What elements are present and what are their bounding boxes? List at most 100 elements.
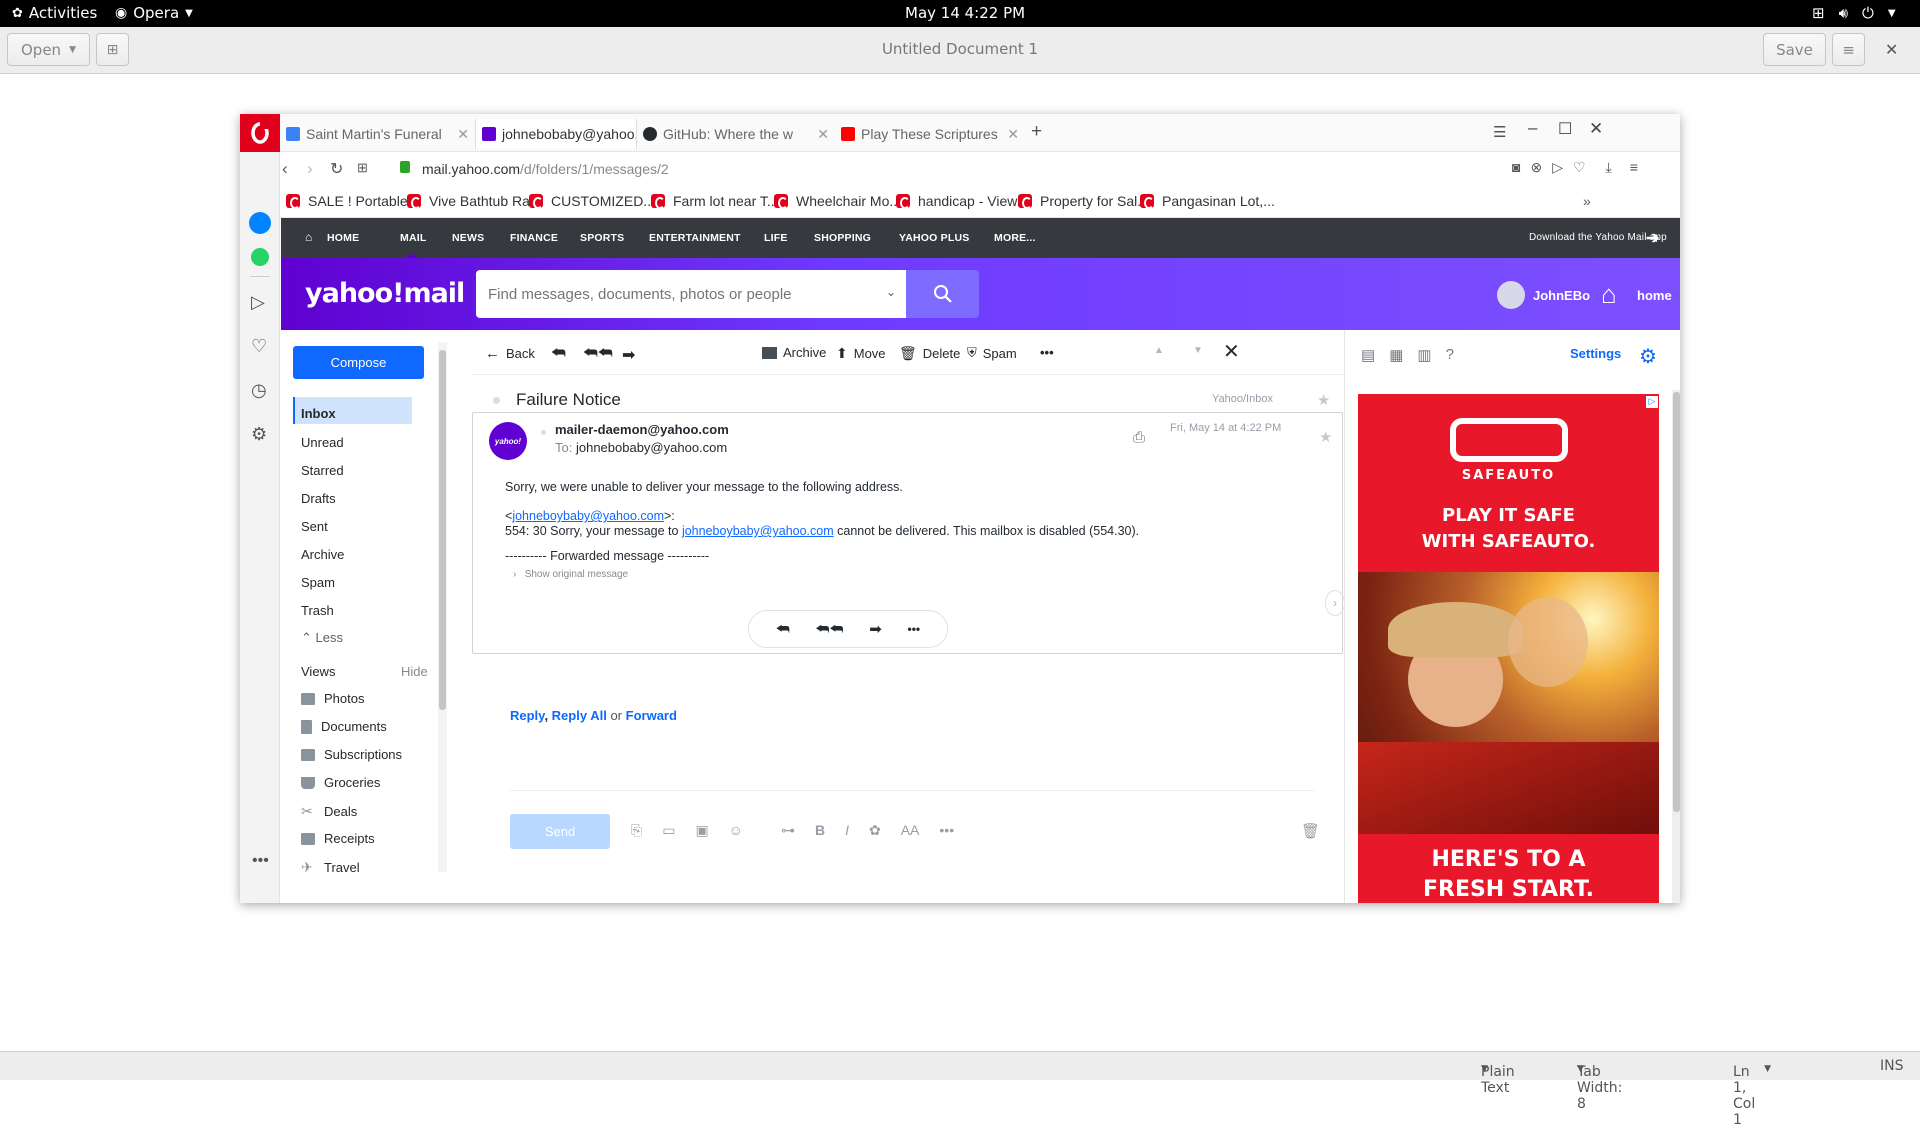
whatsapp-icon[interactable] bbox=[251, 248, 269, 266]
bold-icon[interactable]: B bbox=[815, 822, 825, 839]
failed-address-link[interactable]: johneboybaby@yahoo.com bbox=[682, 524, 834, 538]
sticker-icon[interactable]: ▣ bbox=[695, 822, 708, 839]
cursor-position[interactable]: Ln 1, Col 1 ▼ bbox=[1733, 1058, 1771, 1128]
message-folder[interactable]: Yahoo/Inbox bbox=[1212, 393, 1273, 405]
nav-sports[interactable]: SPORTS bbox=[580, 232, 624, 244]
reply-all-link[interactable]: Reply All bbox=[552, 708, 607, 723]
folder-starred[interactable]: Starred bbox=[301, 463, 344, 478]
flow-icon[interactable]: ▷ bbox=[251, 292, 265, 313]
adblock-icon[interactable]: ⊗ bbox=[1530, 159, 1542, 176]
nav-yahoo-plus[interactable]: YAHOO PLUS bbox=[899, 232, 969, 244]
new-tab-button[interactable]: + bbox=[1031, 121, 1042, 143]
home-icon[interactable]: ⌂ bbox=[1601, 279, 1617, 310]
show-original-toggle[interactable]: › Show original message bbox=[513, 567, 1305, 582]
bookmarks-overflow-button[interactable]: » bbox=[1583, 193, 1591, 209]
view-deals[interactable]: ✂ Deals bbox=[301, 803, 357, 820]
nav-mail[interactable]: MAIL bbox=[400, 232, 426, 244]
forward-icon[interactable]: ➡ bbox=[869, 620, 882, 638]
folder-archive[interactable]: Archive bbox=[301, 547, 344, 562]
color-icon[interactable]: ✿ bbox=[869, 822, 881, 839]
clock[interactable]: May 14 4:22 PM bbox=[905, 4, 1025, 22]
sidebar-more-icon[interactable]: ••• bbox=[252, 852, 269, 870]
send-icon[interactable]: ▷ bbox=[1552, 159, 1563, 176]
less-toggle[interactable]: ⌃ Less bbox=[301, 630, 343, 646]
forward-button[interactable]: ➡ bbox=[622, 345, 635, 365]
sender-email[interactable]: mailer-daemon@yahoo.com bbox=[555, 422, 729, 437]
bookmark-item[interactable]: SALE ! Portable... bbox=[286, 193, 419, 209]
italic-icon[interactable]: I bbox=[845, 822, 849, 839]
send-button[interactable]: Send bbox=[510, 814, 610, 849]
nav-entertainment[interactable]: ENTERTAINMENT bbox=[649, 232, 741, 244]
folder-inbox[interactable]: Inbox bbox=[293, 397, 412, 424]
bookmark-item[interactable]: CUSTOMIZED... bbox=[529, 193, 655, 209]
scrollbar-thumb[interactable] bbox=[1673, 392, 1680, 812]
expand-chevron-icon[interactable]: › bbox=[1325, 590, 1345, 616]
view-documents[interactable]: Documents bbox=[301, 719, 387, 734]
delete-button[interactable]: 🗑︎ Delete bbox=[899, 345, 960, 362]
reply-all-icon[interactable]: ⮪⮪ bbox=[816, 621, 844, 638]
compose-button[interactable]: Compose bbox=[293, 346, 424, 379]
folder-drafts[interactable]: Drafts bbox=[301, 491, 336, 506]
view-groceries[interactable]: Groceries bbox=[301, 775, 380, 790]
notepad-icon[interactable]: ▥ bbox=[1417, 346, 1431, 364]
bookmark-item[interactable]: Pangasinan Lot,... bbox=[1140, 193, 1275, 209]
next-message-button[interactable]: ▼ bbox=[1193, 345, 1203, 356]
gif-icon[interactable]: ▭ bbox=[662, 822, 675, 839]
nav-home[interactable]: HOME bbox=[327, 232, 359, 244]
forward-link[interactable]: Forward bbox=[626, 708, 677, 723]
nav-finance[interactable]: FINANCE bbox=[510, 232, 558, 244]
help-icon[interactable]: ? bbox=[1446, 346, 1454, 364]
folder-trash[interactable]: Trash bbox=[301, 603, 334, 618]
settings-gear-icon[interactable]: ⚙ bbox=[1639, 344, 1657, 369]
user-name[interactable]: JohnEBo bbox=[1533, 288, 1590, 303]
star-icon[interactable]: ★ bbox=[1317, 391, 1330, 409]
settings-link[interactable]: Settings bbox=[1570, 346, 1621, 361]
calendar-icon[interactable]: ▦ bbox=[1389, 346, 1403, 364]
discard-draft-icon[interactable]: 🗑︎ bbox=[1301, 822, 1320, 840]
read-status-dot[interactable] bbox=[493, 397, 500, 404]
view-travel[interactable]: ✈ Travel bbox=[301, 859, 360, 876]
reply-button[interactable]: ⮪ bbox=[551, 345, 566, 363]
app-menu[interactable]: ◉ Opera ▼ bbox=[115, 4, 193, 22]
reply-link[interactable]: Reply bbox=[510, 708, 544, 723]
font-size-icon[interactable]: AA bbox=[901, 822, 920, 839]
more-actions-button[interactable]: ••• bbox=[1040, 345, 1054, 360]
close-tab-icon[interactable]: ✕ bbox=[457, 126, 469, 143]
views-hide-link[interactable]: Hide bbox=[401, 664, 428, 679]
bookmark-item[interactable]: Wheelchair Mo... bbox=[774, 193, 901, 209]
heart-icon[interactable]: ♡ bbox=[1573, 159, 1586, 176]
print-icon[interactable]: ⎙ bbox=[1133, 429, 1145, 446]
spam-button[interactable]: ⛨ Spam bbox=[967, 345, 1017, 361]
bookmark-item[interactable]: Farm lot near T... bbox=[651, 193, 779, 209]
tab-yahoo-mail[interactable]: johnebobaby@yahoo.✕ bbox=[475, 119, 637, 149]
adchoices-icon[interactable]: ▷ bbox=[1646, 396, 1658, 408]
maximize-button[interactable]: ☐ bbox=[1558, 119, 1572, 139]
reply-icon[interactable]: ⮪ bbox=[776, 621, 790, 638]
reply-all-button[interactable]: ⮪⮪ bbox=[583, 345, 613, 363]
nav-shopping[interactable]: SHOPPING bbox=[814, 232, 871, 244]
move-button[interactable]: ⬆ Move bbox=[836, 345, 886, 362]
avatar[interactable] bbox=[1497, 281, 1525, 309]
contacts-icon[interactable]: ▤ bbox=[1361, 346, 1375, 364]
tab-funeral[interactable]: Saint Martin's Funeral ✕ bbox=[280, 119, 475, 149]
minimize-button[interactable]: ‒ bbox=[1528, 118, 1537, 138]
settings-gear-icon[interactable]: ⚙ bbox=[251, 424, 267, 445]
opera-menu-button[interactable] bbox=[240, 114, 280, 152]
activities-button[interactable]: ✿ Activities bbox=[12, 4, 97, 22]
archive-button[interactable]: Archive bbox=[762, 345, 826, 360]
back-button[interactable]: ← Back bbox=[485, 345, 535, 362]
speed-dial-button[interactable]: ⊞ bbox=[357, 160, 368, 176]
link-icon[interactable]: ⊶ bbox=[781, 822, 795, 839]
bookmark-item[interactable]: Vive Bathtub Ra... bbox=[407, 193, 542, 209]
bookmark-item[interactable]: Property for Sal... bbox=[1018, 193, 1149, 209]
star-icon[interactable]: ★ bbox=[1319, 428, 1332, 446]
folder-scrollbar[interactable] bbox=[438, 342, 447, 872]
search-button[interactable] bbox=[906, 270, 979, 318]
download-icon[interactable]: ⤓ bbox=[1606, 159, 1612, 176]
close-message-button[interactable]: ✕ bbox=[1223, 339, 1240, 364]
yahoo-mail-logo[interactable]: yahoo!mail bbox=[305, 278, 465, 309]
easy-setup-icon[interactable]: ≡ bbox=[1630, 159, 1638, 176]
search-input[interactable] bbox=[476, 270, 856, 318]
view-subscriptions[interactable]: Subscriptions bbox=[301, 747, 402, 762]
failed-address-link[interactable]: johneboybaby@yahoo.com bbox=[512, 509, 664, 523]
